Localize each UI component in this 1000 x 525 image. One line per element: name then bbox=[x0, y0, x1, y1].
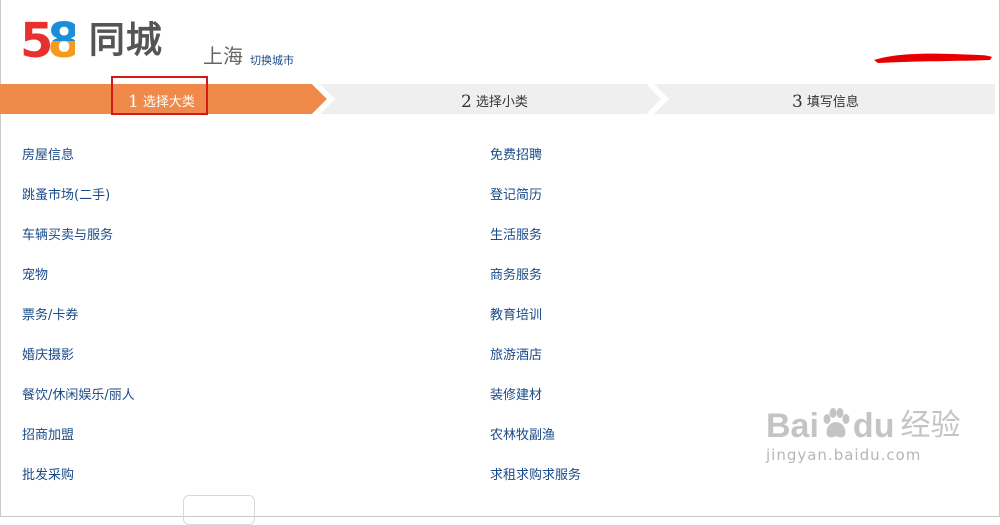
category-link[interactable]: 旅游酒店 bbox=[490, 344, 542, 363]
step-1-highlight-box bbox=[111, 76, 208, 115]
switch-city-link[interactable]: 切换城市 bbox=[250, 52, 294, 68]
baidu-jingyan-watermark: Bai du 经验 jingyan.baidu.com bbox=[766, 408, 960, 464]
step-2: 2 选择小类 bbox=[461, 91, 528, 112]
category-link[interactable]: 婚庆摄影 bbox=[22, 344, 74, 363]
category-link[interactable]: 批发采购 bbox=[22, 464, 74, 483]
paw-icon bbox=[823, 408, 850, 438]
logo-digit-5: 5 bbox=[20, 13, 53, 69]
category-link[interactable]: 跳蚤市场(二手) bbox=[22, 184, 110, 203]
logo-digit-8: 8 bbox=[47, 13, 80, 69]
category-link[interactable]: 求租求购求服务 bbox=[490, 464, 581, 483]
category-link[interactable]: 生活服务 bbox=[490, 224, 542, 243]
watermark-url: jingyan.baidu.com bbox=[766, 446, 922, 464]
category-link[interactable]: 票务/卡券 bbox=[22, 304, 78, 323]
redacted-user-area bbox=[874, 53, 992, 63]
current-city: 上海 bbox=[203, 44, 243, 68]
site-logo[interactable]: 5 8 同城 bbox=[20, 13, 163, 69]
step-3: 3 填写信息 bbox=[792, 91, 859, 112]
logo-name: 同城 bbox=[88, 20, 163, 61]
category-link[interactable]: 车辆买卖与服务 bbox=[22, 224, 113, 243]
category-link[interactable]: 商务服务 bbox=[490, 264, 542, 283]
category-link[interactable]: 装修建材 bbox=[490, 384, 542, 403]
watermark-brand-a: Bai bbox=[766, 407, 819, 445]
logo-58-mark: 5 8 bbox=[20, 13, 81, 69]
category-link[interactable]: 房屋信息 bbox=[22, 144, 74, 163]
category-link[interactable]: 教育培训 bbox=[490, 304, 542, 323]
category-link[interactable]: 免费招聘 bbox=[490, 144, 542, 163]
step-3-number: 3 bbox=[792, 92, 803, 112]
step-2-number: 2 bbox=[461, 92, 472, 112]
category-link[interactable]: 招商加盟 bbox=[22, 424, 74, 443]
category-link[interactable]: 宠物 bbox=[22, 264, 48, 283]
watermark-brand-cn: 经验 bbox=[900, 409, 961, 442]
step-2-label: 选择小类 bbox=[475, 95, 528, 110]
partial-box bbox=[183, 495, 255, 525]
step-3-label: 填写信息 bbox=[806, 95, 859, 110]
watermark-brand-b: du bbox=[852, 407, 895, 445]
category-link[interactable]: 农林牧副渔 bbox=[490, 424, 555, 443]
category-link[interactable]: 餐饮/休闲娱乐/丽人 bbox=[22, 384, 135, 403]
category-link[interactable]: 登记简历 bbox=[490, 184, 542, 203]
